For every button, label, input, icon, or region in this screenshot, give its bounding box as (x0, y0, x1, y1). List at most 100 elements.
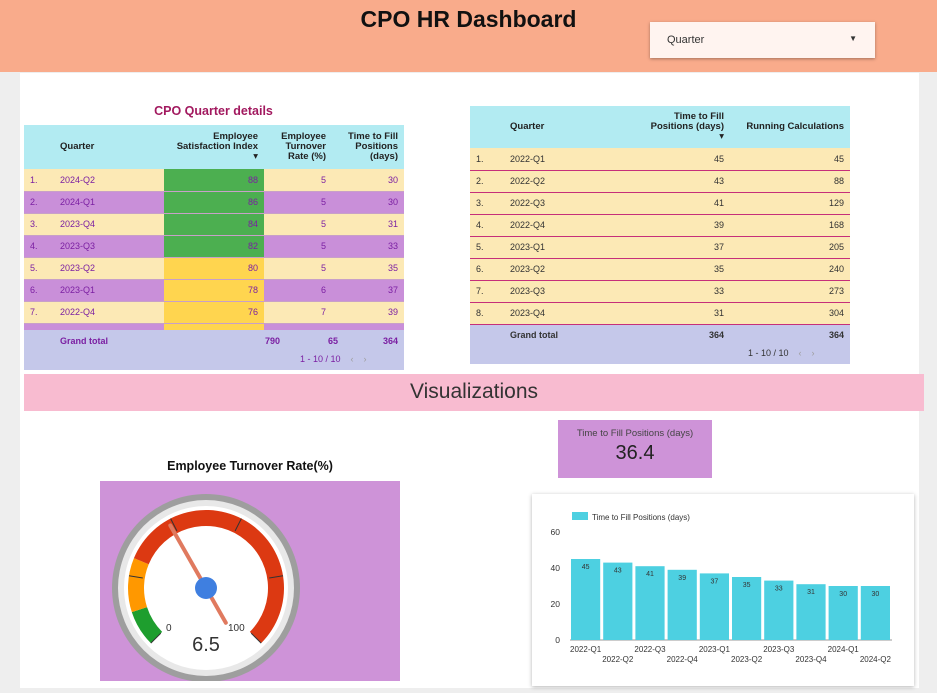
table-row[interactable]: 8. 2023-Q4 31 304 (470, 302, 850, 325)
scorecard-label: Time to Fill Positions (days) (576, 428, 694, 439)
cell-ttf: 37 (332, 279, 404, 302)
cpo-quarter-table: Quarter Employee Satisfaction Index ▾ Emp… (24, 125, 404, 330)
cell-ttf: 39 (332, 301, 404, 324)
table-row[interactable]: 3. 2022-Q3 41 129 (470, 192, 850, 215)
cell-ttf: 41 (332, 323, 404, 330)
next-page-icon[interactable]: › (364, 354, 367, 364)
table1-title: CPO Quarter details (154, 104, 273, 118)
row-index: 1. (24, 169, 54, 192)
cell-running: 168 (730, 214, 850, 237)
table-row[interactable]: 8.2022-Q374841 (24, 323, 404, 330)
row-index: 4. (470, 214, 504, 237)
table-row[interactable]: 5. 2023-Q2 80 5 35 (24, 257, 404, 280)
gauge-svg: 0 100 6.5 (112, 494, 300, 682)
cell-etr: 6 (264, 279, 332, 302)
col-esi-label: Employee Satisfaction Index (176, 131, 258, 152)
bar-data-label: 41 (646, 571, 654, 578)
table-row[interactable]: 1. 2024-Q2 88 5 30 (24, 169, 404, 192)
gauge-value: 6.5 (192, 634, 220, 656)
quarter-dropdown[interactable]: Quarter ▼ (650, 22, 875, 58)
bar-data-label: 43 (614, 568, 622, 575)
table-row[interactable]: 3. 2023-Q4 84 5 31 (24, 213, 404, 236)
table2-pager: 1 - 10 / 10 ‹ › (748, 348, 815, 358)
cell-quarter: 2022-Q1 (504, 148, 638, 171)
table1-scroll-area[interactable]: Quarter Employee Satisfaction Index ▾ Emp… (24, 125, 404, 330)
table-row[interactable]: 2. 2024-Q1 86 5 30 (24, 191, 404, 214)
cell-ttf: 33 (332, 235, 404, 258)
cell-quarter: 2022-Q4 (504, 214, 638, 237)
table-row[interactable]: 7. 2022-Q4 76 7 39 (24, 301, 404, 324)
table-row[interactable]: 7. 2023-Q3 33 273 (470, 280, 850, 303)
prev-page-icon[interactable]: ‹ (799, 348, 802, 358)
legend-label: Time to Fill Positions (days) (592, 513, 690, 522)
x-tick-label: 2023-Q2 (731, 655, 763, 664)
next-page-icon[interactable]: › (812, 348, 815, 358)
table-row[interactable]: 2. 2022-Q2 43 88 (470, 170, 850, 193)
table1-pager: 1 - 10 / 10 ‹ › (300, 354, 367, 364)
x-tick-label: 2024-Q2 (860, 655, 892, 664)
cell-quarter: 2023-Q1 (504, 236, 638, 259)
cell-esi: 74 (164, 323, 264, 330)
grand-total-ttf: 364 (638, 324, 730, 346)
row-index: 6. (24, 279, 54, 302)
table2-pager-text: 1 - 10 / 10 (748, 348, 789, 358)
col-ttf[interactable]: Time to Fill Positions (days) ▾ (638, 106, 730, 148)
col-quarter[interactable]: Quarter (504, 106, 638, 148)
table-row[interactable]: 5. 2023-Q1 37 205 (470, 236, 850, 259)
grand-total-running: 364 (730, 324, 850, 346)
row-index: 6. (470, 258, 504, 281)
col-ttf[interactable]: Time to Fill Positions (days) (332, 125, 404, 169)
cell-running: 45 (730, 148, 850, 171)
bar-data-label: 31 (807, 589, 815, 596)
ttf-scorecard: Time to Fill Positions (days) 36.4 (558, 420, 712, 478)
cell-ttf: 35 (332, 257, 404, 280)
ttf-bar-chart: Time to Fill Positions (days) 0 20 40 60 45 20… (532, 494, 914, 686)
cell-ttf: 43 (638, 170, 730, 193)
cell-etr: 5 (264, 235, 332, 258)
grand-total-label: Grand total (60, 336, 109, 346)
col-quarter[interactable]: Quarter (54, 125, 164, 169)
col-index (470, 106, 504, 148)
col-running[interactable]: Running Calculations (730, 106, 850, 148)
cell-running: 304 (730, 302, 850, 325)
cell-ttf: 31 (332, 213, 404, 236)
col-etr[interactable]: Employee Turnover Rate (%) (264, 125, 332, 169)
turnover-gauge: 0 100 6.5 (100, 481, 400, 682)
bar-data-label: 45 (582, 564, 590, 571)
table-row[interactable]: 6. 2023-Q1 78 6 37 (24, 279, 404, 302)
bar-data-label: 33 (775, 586, 783, 593)
cell-quarter: 2022-Q3 (54, 323, 164, 330)
row-index: 5. (24, 257, 54, 280)
table-row[interactable]: 6. 2023-Q2 35 240 (470, 258, 850, 281)
x-tick-label: 2022-Q4 (667, 655, 699, 664)
cell-ttf: 35 (638, 258, 730, 281)
col-index (24, 125, 54, 169)
bar-data-label: 30 (839, 591, 847, 598)
bar-data-label: 35 (743, 582, 751, 589)
cell-ttf: 41 (638, 192, 730, 215)
x-tick-label: 2022-Q3 (634, 645, 666, 654)
table-row[interactable]: 4. 2023-Q3 82 5 33 (24, 235, 404, 258)
cell-quarter: 2024-Q1 (54, 191, 164, 214)
x-tick-label: 2022-Q1 (570, 645, 602, 654)
grand-total-ttf: 364 (382, 336, 398, 346)
cell-etr: 5 (264, 213, 332, 236)
cell-etr: 5 (264, 169, 332, 192)
col-esi[interactable]: Employee Satisfaction Index ▾ (164, 125, 264, 169)
row-index: 4. (24, 235, 54, 258)
visualizations-title: Visualizations (409, 380, 539, 403)
cell-quarter: 2022-Q4 (54, 301, 164, 324)
cell-esi: 78 (164, 279, 264, 302)
table-row[interactable]: 1. 2022-Q1 45 45 (470, 148, 850, 171)
cell-quarter: 2023-Q3 (54, 235, 164, 258)
bar-data-label: 30 (872, 591, 880, 598)
chevron-down-icon: ▼ (849, 34, 857, 43)
cell-quarter: 2022-Q3 (504, 192, 638, 215)
cell-etr: 5 (264, 257, 332, 280)
row-index: 2. (470, 170, 504, 193)
prev-page-icon[interactable]: ‹ (351, 354, 354, 364)
table-row[interactable]: 4. 2022-Q4 39 168 (470, 214, 850, 237)
cell-quarter: 2023-Q2 (54, 257, 164, 280)
x-tick-label: 2023-Q1 (699, 645, 731, 654)
cell-quarter: 2023-Q1 (54, 279, 164, 302)
